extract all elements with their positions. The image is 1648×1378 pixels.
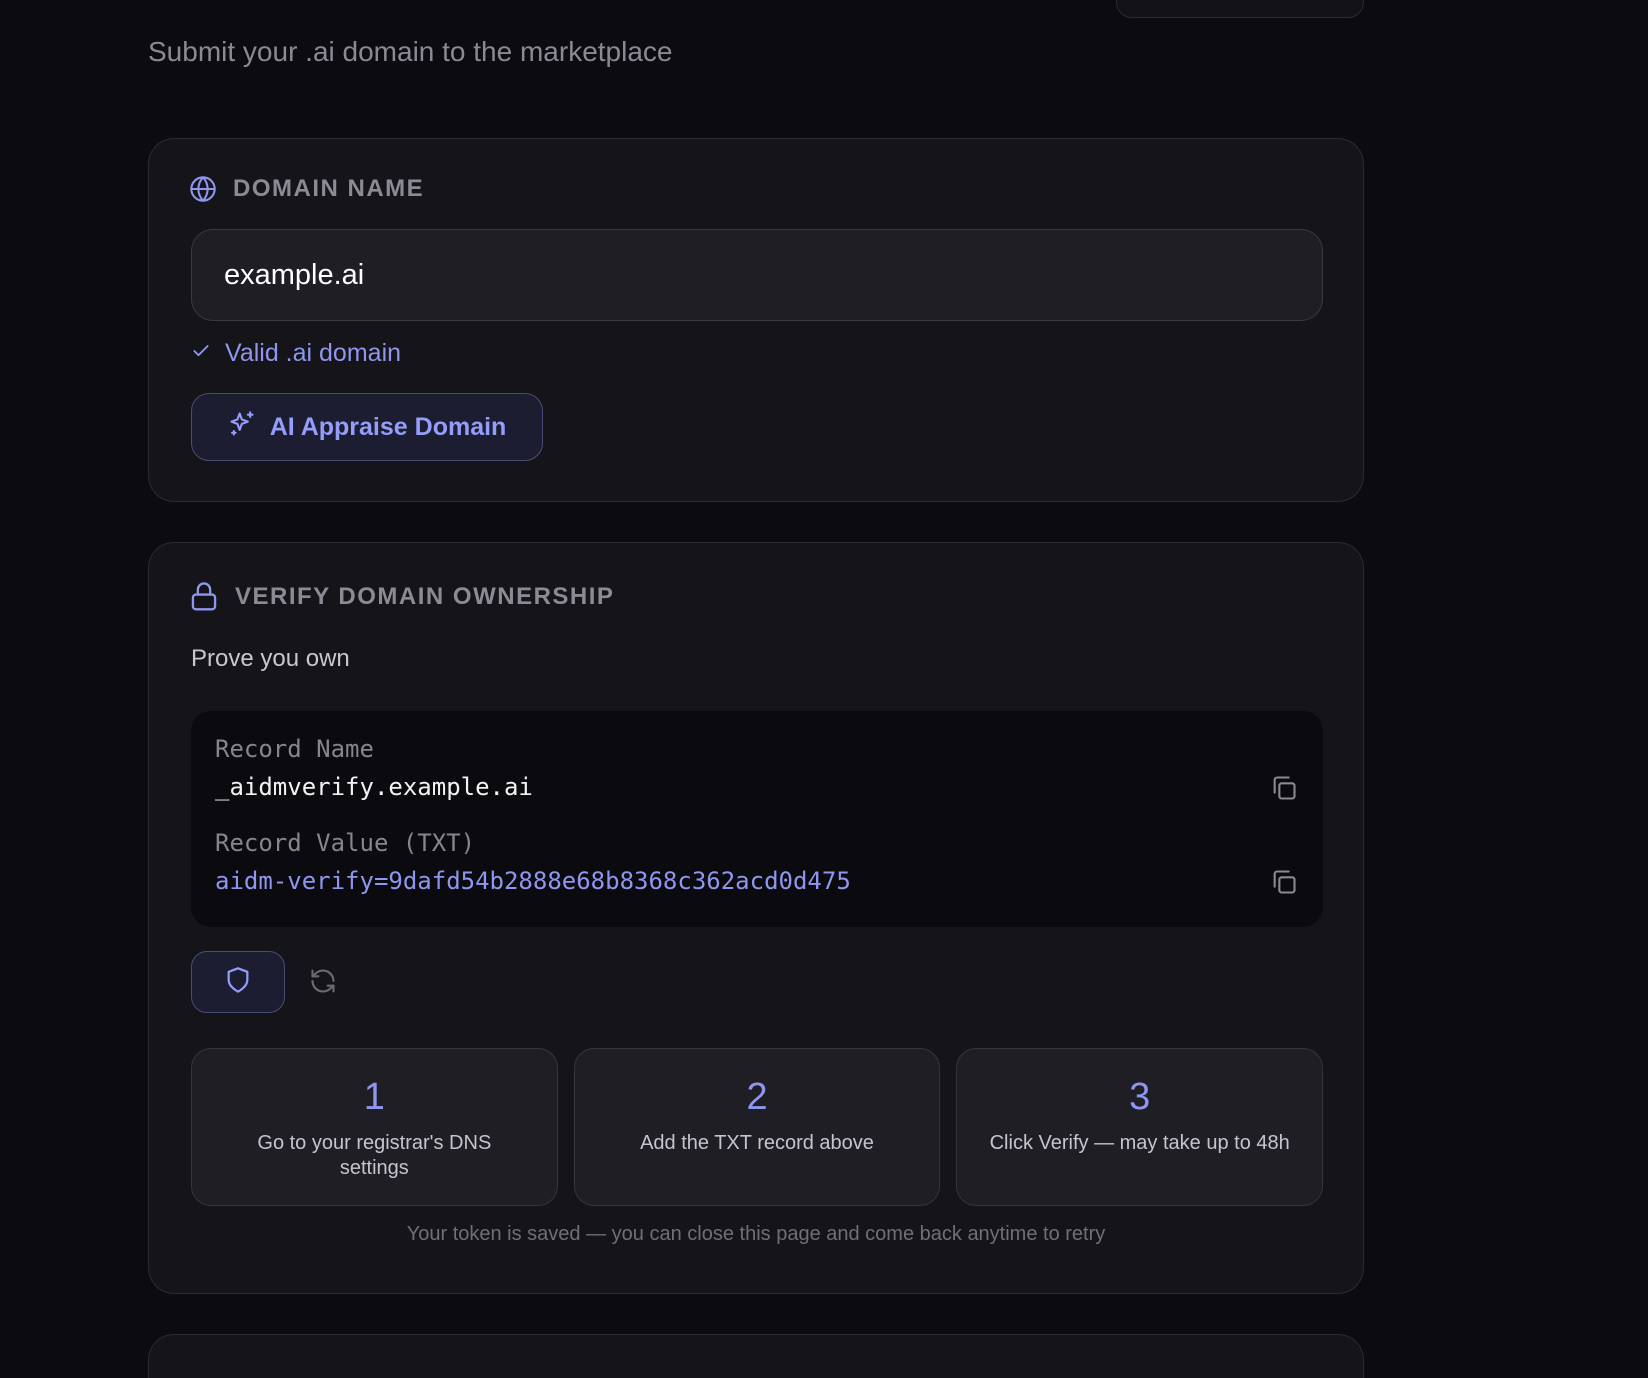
- next-section-card: [148, 1334, 1364, 1378]
- step-card: 1 Go to your registrar's DNS settings: [191, 1048, 558, 1206]
- validation-text: Valid .ai domain: [225, 339, 402, 367]
- verification-steps: 1 Go to your registrar's DNS settings 2 …: [191, 1048, 1324, 1206]
- step-card: 3 Click Verify — may take up to 48h: [956, 1048, 1324, 1206]
- verify-heading: VERIFY DOMAIN OWNERSHIP: [189, 581, 614, 613]
- ai-appraise-label: AI Appraise Domain: [269, 412, 507, 441]
- copy-record-name-icon[interactable]: [1267, 771, 1301, 805]
- domain-name-heading: DOMAIN NAME: [189, 175, 424, 203]
- refresh-button[interactable]: [303, 963, 343, 1003]
- ai-appraise-button[interactable]: AI Appraise Domain: [191, 393, 543, 461]
- domain-input[interactable]: [191, 229, 1323, 321]
- record-value-text[interactable]: aidm-verify=9dafd54b2888e68b8368c362acd0…: [215, 867, 851, 895]
- page: Submit your .ai domain to the marketplac…: [0, 0, 1648, 1378]
- sparkles-icon: [228, 410, 270, 445]
- header-action-button[interactable]: [1116, 0, 1364, 18]
- verify-button[interactable]: [191, 951, 285, 1013]
- record-value-label: Record Value (TXT): [215, 829, 476, 857]
- step-text: Click Verify — may take up to 48h: [989, 1132, 1290, 1154]
- record-name-value[interactable]: _aidmverify.example.ai: [215, 773, 533, 801]
- step-text: Go to your registrar's DNS settings: [257, 1132, 492, 1179]
- verify-intro: Prove you own: [191, 645, 350, 672]
- step-number: 3: [1129, 1076, 1151, 1118]
- check-icon: [191, 339, 225, 368]
- verify-ownership-card: VERIFY DOMAIN OWNERSHIP Prove you own Re…: [148, 542, 1364, 1294]
- step-text: Add the TXT record above: [640, 1132, 874, 1154]
- page-subtitle: Submit your .ai domain to the marketplac…: [148, 36, 673, 67]
- dns-record-box: Record Name _aidmverify.example.ai Recor…: [191, 711, 1323, 927]
- refresh-icon: [309, 967, 337, 1000]
- domain-name-heading-label: DOMAIN NAME: [233, 175, 425, 202]
- globe-icon: [189, 175, 217, 203]
- step-number: 2: [746, 1076, 768, 1118]
- domain-name-card: DOMAIN NAME Valid .ai domain A: [148, 138, 1364, 502]
- validation-message: Valid .ai domain: [191, 339, 401, 368]
- token-saved-note: Your token is saved — you can close this…: [406, 1223, 1106, 1245]
- lock-icon: [189, 581, 219, 613]
- verify-heading-label: VERIFY DOMAIN OWNERSHIP: [235, 583, 615, 610]
- copy-record-value-icon[interactable]: [1267, 865, 1301, 899]
- shield-icon: [224, 966, 252, 999]
- record-name-label: Record Name: [215, 735, 374, 763]
- step-card: 2 Add the TXT record above: [573, 1048, 941, 1206]
- step-number: 1: [363, 1076, 385, 1118]
